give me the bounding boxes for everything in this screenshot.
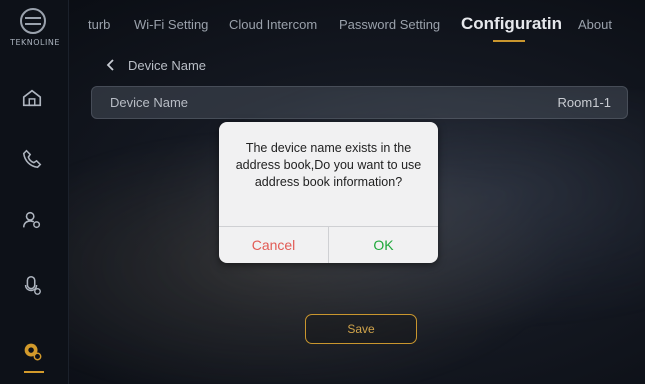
device-name-label: Device Name xyxy=(110,95,189,110)
tab-wifi-setting[interactable]: Wi-Fi Setting xyxy=(134,17,208,32)
top-nav: turb Wi-Fi Setting Cloud Intercom Passwo… xyxy=(68,0,645,52)
sidebar: TEKNOLINE xyxy=(0,0,69,384)
sidebar-item-settings[interactable] xyxy=(20,339,44,363)
brand-logo-text: TEKNOLINE xyxy=(10,38,60,47)
intercom-icon xyxy=(24,275,41,295)
screen: TEKNOLINE turb Wi-Fi Setting Cloud Inter… xyxy=(0,0,645,384)
ok-button[interactable]: OK xyxy=(329,227,438,263)
sidebar-item-user[interactable] xyxy=(20,208,44,232)
sidebar-item-home[interactable] xyxy=(20,86,44,110)
tab-active-indicator xyxy=(493,40,525,42)
page-title: Device Name xyxy=(128,57,207,73)
tab-password-setting[interactable]: Password Setting xyxy=(339,17,440,32)
tab-configuration[interactable]: Configuratin xyxy=(461,14,562,34)
confirm-dialog: The device name exists in the address bo… xyxy=(219,122,438,263)
brand-logo-icon xyxy=(20,8,46,34)
sidebar-item-calls[interactable] xyxy=(20,147,44,171)
device-name-field[interactable]: Device Name Room1-1 xyxy=(91,86,628,119)
tab-cloud-intercom[interactable]: Cloud Intercom xyxy=(229,17,317,32)
sidebar-item-intercom[interactable] xyxy=(20,273,44,297)
user-settings-icon xyxy=(22,211,41,229)
dialog-message: The device name exists in the address bo… xyxy=(235,141,422,189)
cancel-button[interactable]: Cancel xyxy=(219,227,328,263)
breadcrumb[interactable]: Device Name xyxy=(104,55,206,75)
phone-icon xyxy=(22,149,42,169)
tab-about[interactable]: About xyxy=(578,17,612,32)
sidebar-active-indicator xyxy=(24,371,44,373)
settings-icon xyxy=(24,343,42,361)
tab-do-not-disturb[interactable]: turb xyxy=(88,17,110,32)
device-name-value: Room1-1 xyxy=(557,95,611,110)
chevron-left-icon[interactable] xyxy=(104,58,118,72)
save-button[interactable]: Save xyxy=(305,314,417,344)
home-icon xyxy=(22,89,42,107)
